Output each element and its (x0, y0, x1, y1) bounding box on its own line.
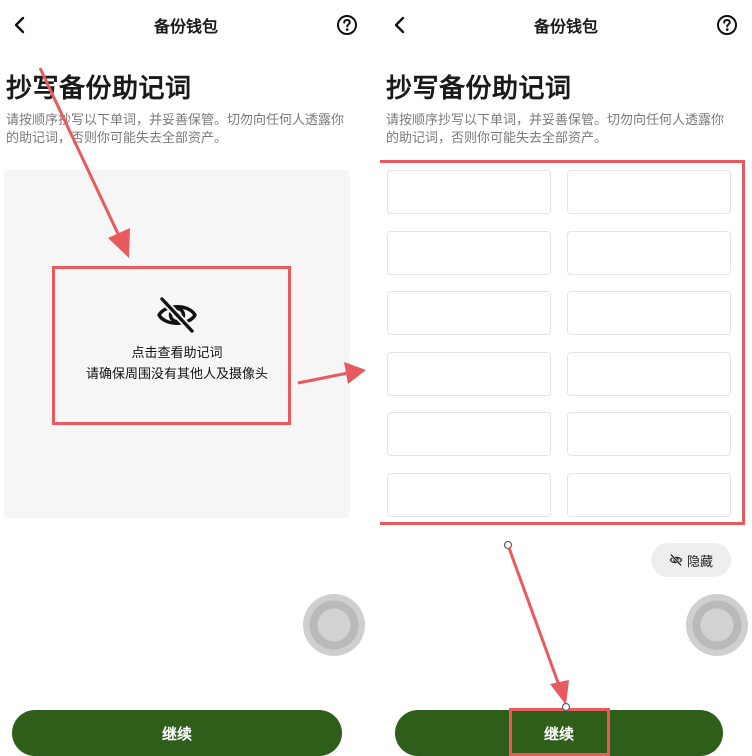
hide-label: 隐藏 (686, 554, 713, 570)
description-text: 请按顺序抄写以下单词，并妥善保管。切勿向任何人透露你的助记词，否则你可能失去全部… (6, 113, 345, 146)
top-bar: 备份钱包 (0, 0, 372, 52)
floating-assistive-button[interactable] (303, 594, 365, 656)
help-circle-icon[interactable] (716, 14, 738, 36)
section-heading: 抄写备份助记词 (386, 74, 572, 104)
left-screen: 备份钱包 抄写备份助记词 请按顺序抄写以下单词，并妥善保管。切勿向任何人透露你的… (0, 0, 372, 756)
hide-mnemonic-button[interactable]: 隐藏 (651, 543, 731, 577)
eye-slash-icon (669, 554, 683, 566)
annotation-box-reveal (52, 266, 291, 425)
top-bar: 备份钱包 (380, 0, 752, 52)
annotation-box-word-grid (380, 160, 745, 525)
description-text: 请按顺序抄写以下单词，并妥善保管。切勿向任何人透露你的助记词，否则你可能失去全部… (386, 113, 725, 146)
continue-button[interactable]: 继续 (12, 710, 342, 756)
annotation-box-continue (509, 708, 610, 756)
right-screen: 备份钱包 抄写备份助记词 请按顺序抄写以下单词，并妥善保管。切勿向任何人透露你的… (380, 0, 752, 756)
help-circle-icon[interactable] (336, 14, 358, 36)
page-title: 备份钱包 (533, 17, 598, 36)
section-heading: 抄写备份助记词 (6, 74, 192, 104)
page-title: 备份钱包 (153, 17, 218, 36)
floating-assistive-button[interactable] (686, 594, 748, 656)
